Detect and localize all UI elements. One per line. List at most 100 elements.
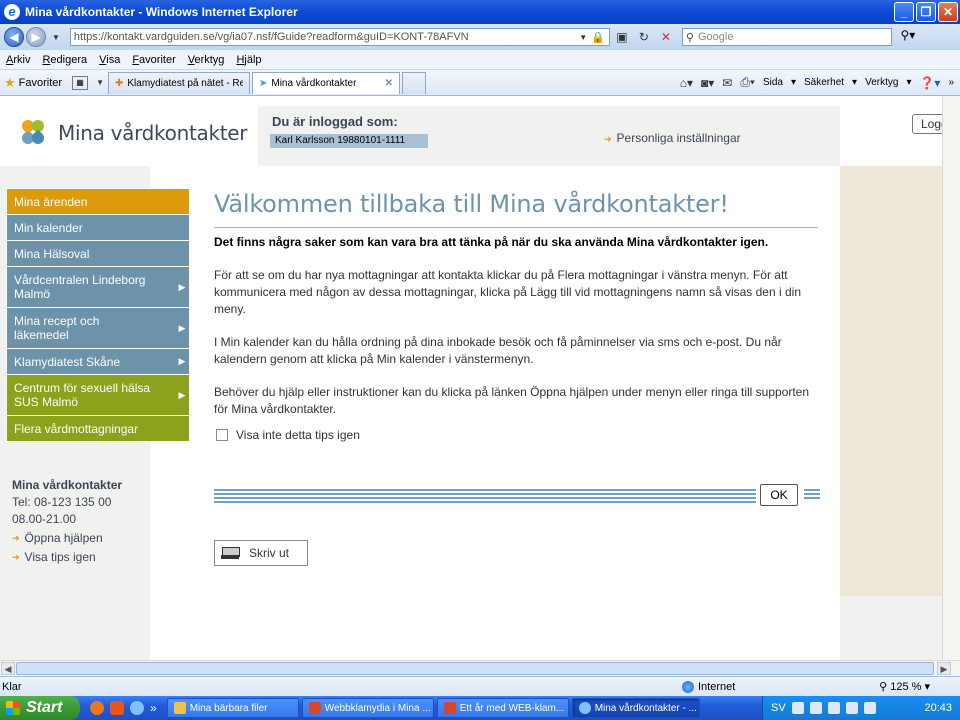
nav-item-klamydiatest-skane[interactable]: Klamydiatest Skåne ▶ (7, 349, 189, 374)
logout-button[interactable]: Logga (912, 114, 942, 134)
vertical-scrollbar[interactable] (942, 96, 960, 660)
new-tab-button[interactable] (401, 71, 426, 94)
task-webbklamydia[interactable]: Webbklamydia i Mina ... (301, 698, 434, 718)
nav-item-label: Klamydiatest Skåne (14, 354, 121, 369)
search-icon[interactable]: ⚲▾ (896, 28, 920, 46)
folder-icon (173, 702, 186, 714)
page-menu-dropdown-icon[interactable]: ▾ (791, 77, 796, 88)
mail-icon[interactable]: ✉ (722, 76, 732, 90)
padlock-icon[interactable]: 🔒 (591, 31, 605, 44)
task-ett-ar-med-web[interactable]: Ett år med WEB-klam... (436, 698, 569, 718)
zoom-value: 125 % (890, 681, 922, 693)
print-button[interactable]: Skriv ut (214, 540, 308, 566)
forward-button[interactable]: ▶ (26, 27, 46, 47)
back-button[interactable]: ◀ (4, 27, 24, 47)
tray-volume-icon[interactable] (845, 702, 858, 714)
address-dropdown-icon[interactable]: ▼ (579, 33, 587, 42)
restore-button[interactable]: ❐ (916, 2, 936, 22)
command-bar: ⌂▾ ◙▾ ✉ ⎙▾ Sida ▾ Säkerhet ▾ Verktyg ▾ ❓▾ » (680, 75, 960, 90)
quick-tabs-icon[interactable]: ▦ (72, 75, 89, 90)
arrow-right-icon: ➔ (12, 533, 20, 543)
address-input[interactable]: https://kontakt.vardguiden.se/vg/ia07.ns… (69, 28, 610, 46)
tray-antivirus-icon[interactable] (827, 702, 840, 714)
status-bar: Klar Internet ⚲ 125 % ▾ (0, 676, 960, 696)
tab-mina-vardkontakter[interactable]: ➤ Mina vårdkontakter ✕ (251, 71, 400, 94)
horizontal-scrollbar[interactable]: ◀ ▶ (0, 660, 960, 676)
site-logo[interactable]: Mina vårdkontakter (19, 117, 248, 148)
safety-menu[interactable]: Säkerhet (804, 77, 844, 88)
horizontal-scroll-thumb[interactable] (16, 662, 934, 675)
nav-item-label: Mina ärenden (14, 194, 88, 209)
more-commands-icon[interactable]: » (948, 77, 954, 88)
print-icon[interactable]: ⎙▾ (740, 75, 755, 90)
tab-klamydiatest[interactable]: ✚ Klamydiatest på nätet - Regi... (107, 71, 250, 94)
dont-show-tip-label[interactable]: Visa inte detta tips igen (236, 428, 360, 442)
logged-in-user: Karl Karlsson 19880101-1111 (270, 134, 428, 148)
language-indicator[interactable]: SV (771, 702, 786, 714)
nav-item-label: Flera vårdmottagningar (14, 421, 139, 436)
tray-network-icon[interactable] (809, 702, 822, 714)
lead-text: Det finns några saker som kan vara bra a… (214, 235, 769, 249)
search-input[interactable]: ⚲ Google (681, 28, 892, 46)
quick-launch-more-icon[interactable]: » (150, 701, 157, 715)
menu-tools[interactable]: Verktyg (188, 54, 225, 66)
show-tips-link[interactable]: ➔ Visa tips igen (12, 548, 122, 566)
scroll-right-icon[interactable]: ▶ (937, 662, 951, 675)
favorites-button[interactable]: ★ Favoriter (4, 75, 62, 91)
stop-icon[interactable]: ✕ (656, 27, 676, 47)
open-help-link[interactable]: ➔ Öppna hjälpen (12, 528, 122, 548)
safety-menu-dropdown-icon[interactable]: ▾ (852, 77, 857, 88)
zone-label: Internet (698, 680, 736, 693)
logo-mark-icon (19, 117, 48, 148)
minimize-button[interactable]: _ (894, 2, 914, 22)
office-icon[interactable] (110, 701, 124, 715)
refresh-icon[interactable]: ↻ (634, 27, 654, 47)
task-mina-barbara-filer[interactable]: Mina bärbara filer (166, 698, 299, 718)
nav-item-flera-vardmottagningar[interactable]: Flera vårdmottagningar (7, 416, 189, 441)
personal-settings-link[interactable]: ➔ Personliga inställningar (604, 131, 741, 145)
history-dropdown-icon[interactable]: ▼ (52, 33, 60, 42)
dont-show-tip-row: Visa inte detta tips igen (216, 428, 820, 442)
tray-security-icon[interactable] (863, 702, 876, 714)
menu-view[interactable]: Visa (99, 54, 120, 66)
task-label: Webbklamydia i Mina ... (324, 702, 431, 714)
site-header: Mina vårdkontakter Du är inloggad som: K… (0, 96, 942, 166)
nav-item-mina-halsoval[interactable]: Mina Hälsoval (7, 241, 189, 266)
logged-in-label: Du är inloggad som: (272, 114, 398, 129)
close-window-button[interactable]: ✕ (938, 2, 958, 22)
compat-view-icon[interactable]: ▣ (612, 27, 632, 47)
firefox-icon[interactable] (90, 701, 104, 715)
zoom-level[interactable]: ⚲ 125 % ▾ (879, 680, 930, 693)
menu-edit[interactable]: Redigera (42, 54, 87, 66)
tab-list-dropdown-icon[interactable]: ▼ (96, 78, 104, 87)
ok-button[interactable]: OK (760, 484, 798, 506)
page-menu[interactable]: Sida (763, 77, 783, 88)
help-icon[interactable]: ❓▾ (919, 76, 940, 90)
tab-favicon-icon: ✚ (114, 77, 124, 89)
right-column (840, 166, 942, 660)
zoom-dropdown-icon[interactable]: ▾ (924, 681, 930, 693)
nav-item-centrum-sexuell-halsa[interactable]: Centrum för sexuell hälsa SUS Malmö ▶ (7, 375, 189, 415)
start-button[interactable]: Start (0, 696, 80, 720)
home-icon[interactable]: ⌂▾ (680, 76, 693, 90)
menu-file[interactable]: Arkiv (6, 54, 30, 66)
feeds-icon[interactable]: ◙▾ (701, 76, 714, 90)
dont-show-tip-checkbox[interactable] (216, 429, 228, 441)
task-mina-vardkontakter[interactable]: Mina vårdkontakter - ... (571, 698, 700, 718)
tools-menu-dropdown-icon[interactable]: ▾ (906, 77, 911, 88)
nav-item-mina-arenden[interactable]: Mina ärenden (7, 189, 189, 214)
nav-item-vardcentralen-lindeborg[interactable]: Vårdcentralen Lindeborg Malmö ▶ (7, 267, 189, 307)
print-label: Skriv ut (249, 546, 290, 560)
task-label: Mina bärbara filer (189, 702, 268, 714)
ie-quicklaunch-icon[interactable] (130, 701, 144, 715)
tab-close-icon[interactable]: ✕ (385, 78, 393, 89)
scroll-left-icon[interactable]: ◀ (1, 662, 15, 675)
nav-item-min-kalender[interactable]: Min kalender (7, 215, 189, 240)
menu-favorites[interactable]: Favoriter (132, 54, 175, 66)
decorative-stripes (214, 489, 756, 503)
tab-label: Mina vårdkontakter (271, 77, 357, 89)
menu-help[interactable]: Hjälp (236, 54, 261, 66)
tools-menu[interactable]: Verktyg (865, 77, 898, 88)
tray-bluetooth-icon[interactable] (791, 702, 804, 714)
nav-item-mina-recept[interactable]: Mina recept och läkemedel ▶ (7, 308, 189, 348)
